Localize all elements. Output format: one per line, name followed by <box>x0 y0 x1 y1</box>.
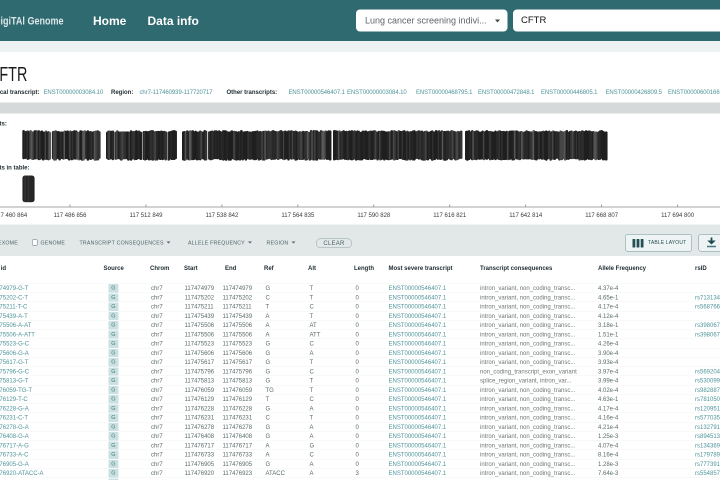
svg-text:117 486 856: 117 486 856 <box>54 213 88 219</box>
svg-text:117 668 807: 117 668 807 <box>585 213 619 219</box>
svg-text:117 512 849: 117 512 849 <box>129 213 163 219</box>
svg-text:117 538 842: 117 538 842 <box>205 213 239 219</box>
svg-text:117 564 835: 117 564 835 <box>281 213 315 219</box>
svg-text:117 590 828: 117 590 828 <box>357 213 391 219</box>
svg-text:117 642 814: 117 642 814 <box>509 213 543 219</box>
svg-text:7 460 864: 7 460 864 <box>1 213 28 219</box>
svg-text:117 616 821: 117 616 821 <box>433 213 467 219</box>
svg-text:117 694 800: 117 694 800 <box>661 213 695 219</box>
